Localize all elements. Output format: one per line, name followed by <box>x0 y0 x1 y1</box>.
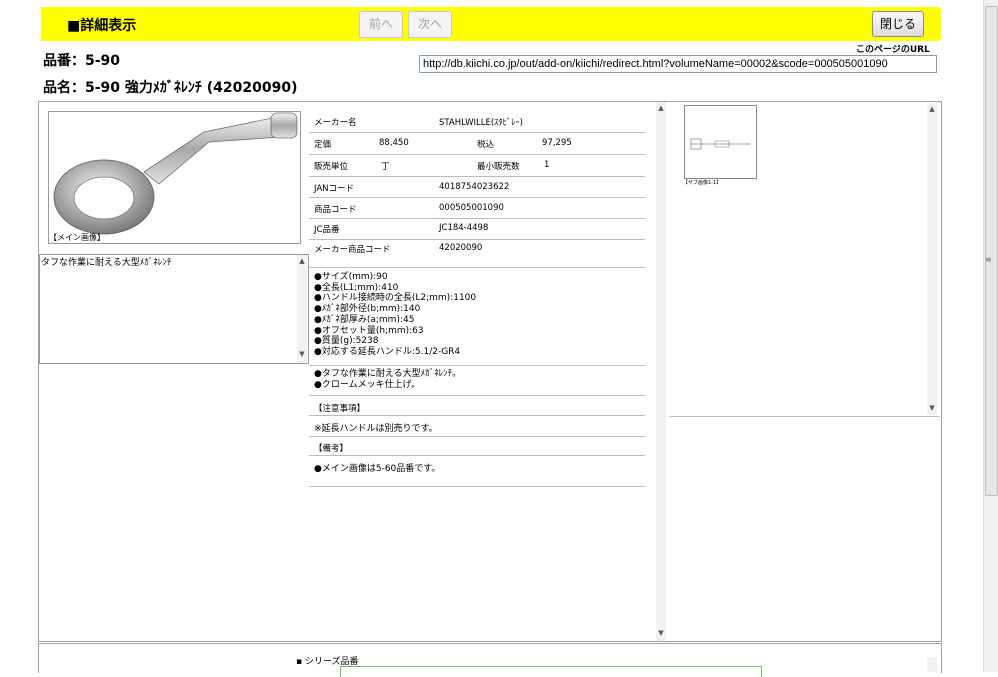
caution-title: 【注意事項】 <box>314 404 366 414</box>
detail-label: 商品コード <box>314 205 357 215</box>
page-title: ■詳細表示 <box>67 18 137 34</box>
detail-label: メーカー商品コード <box>314 245 391 255</box>
scroll-down-icon[interactable]: ▼ <box>297 350 307 358</box>
detail-value: 4018754023622 <box>439 182 510 192</box>
spec-item: ●サイズ(mm):90 <box>314 272 388 282</box>
spec-item: ●ハンドル接続時の全長(L2;mm):1100 <box>314 293 477 304</box>
detail-label: 定価 <box>314 140 332 150</box>
detail-label: 販売単位 <box>314 162 349 172</box>
scroll-up-icon[interactable]: ▲ <box>297 257 307 265</box>
detail-row-maker-code: メーカー商品コード 42020090 <box>309 239 645 268</box>
detail-label: 最小販売数 <box>477 162 520 172</box>
sub-image-scrollbar[interactable] <box>927 103 937 415</box>
detail-value: 88,450 <box>379 138 409 148</box>
feature-item: ●タフな作業に耐える大型ﾒｶﾞﾈﾚﾝﾁ。 <box>314 369 462 379</box>
product-code: 品番：5-90 <box>43 53 121 69</box>
detail-label: 税込 <box>477 140 495 150</box>
prev-button[interactable]: 前へ <box>359 11 403 38</box>
divider <box>309 395 645 396</box>
main-image-caption: 【メイン画像】 <box>49 233 105 242</box>
main-image[interactable] <box>48 111 301 244</box>
divider <box>309 365 645 366</box>
detail-value: 000505001090 <box>439 203 504 213</box>
divider <box>309 455 645 456</box>
detail-row-jc: JC品番 JC184-4498 <box>309 218 645 240</box>
page-url-label: このページのURL <box>856 45 930 55</box>
detail-row-maker: メーカー名 STAHLWILLE(ｽﾀﾋﾞﾚｰ) <box>309 110 645 133</box>
detail-row-jan: JANコード 4018754023622 <box>309 176 645 198</box>
divider <box>309 436 645 437</box>
spec-item: ●オフセット量(h;mm):63 <box>314 325 424 336</box>
spec-item: ●ﾒｶﾞﾈ部外径(b;mm):140 <box>314 304 421 315</box>
page-url-field[interactable] <box>419 55 937 73</box>
detail-value: 1 <box>544 160 550 170</box>
spec-list: ●サイズ(mm):90 ●全長(L1;mm):410 ●ハンドル接続時の全長(L… <box>314 272 476 358</box>
detail-value: 42020090 <box>439 243 483 253</box>
scroll-up-icon[interactable]: ▲ <box>656 104 666 112</box>
description-scrollbar[interactable] <box>297 255 307 363</box>
scroll-up-icon[interactable]: ▲ <box>927 105 937 113</box>
next-button[interactable]: 次へ <box>408 11 452 38</box>
detail-value: STAHLWILLE(ｽﾀﾋﾞﾚｰ) <box>439 118 523 128</box>
header-bar: ■詳細表示 前へ 次へ 閉じる <box>41 7 941 41</box>
product-name: 品名：5-90 強力ﾒｶﾞﾈﾚﾝﾁ (42020090) <box>43 80 298 96</box>
detail-value: 97,295 <box>542 138 572 148</box>
detail-value: JC184-4498 <box>439 223 489 233</box>
spec-item: ●ﾒｶﾞﾈ部厚み(a;mm):45 <box>314 314 415 325</box>
divider <box>309 415 645 416</box>
spec-item: ●全長(L1;mm):410 <box>314 282 399 293</box>
series-scrollbar[interactable] <box>927 658 937 672</box>
detail-value: 丁 <box>381 162 390 172</box>
detail-scrollbar[interactable] <box>656 102 666 641</box>
detail-label: メーカー名 <box>314 118 357 128</box>
detail-label: JC品番 <box>314 225 340 235</box>
close-button[interactable]: 閉じる <box>872 11 924 37</box>
feature-item: ●クロームメッキ仕上げ。 <box>314 379 421 390</box>
detail-row-unit: 販売単位 丁 最小販売数 1 <box>309 154 645 177</box>
spec-item: ●質量(g):5238 <box>314 336 379 347</box>
feature-list: ●タフな作業に耐える大型ﾒｶﾞﾈﾚﾝﾁ。 ●クロームメッキ仕上げ。 <box>314 369 461 390</box>
description-text: タフな作業に耐える大型ﾒｶﾞﾈﾚﾝﾁ <box>41 258 172 268</box>
wrench-image <box>53 112 298 235</box>
detail-row-price: 定価 88,450 税込 97,295 <box>309 132 645 155</box>
caution-text: ※延長ハンドルは別売りです。 <box>314 424 438 434</box>
detail-label: JANコード <box>314 184 355 194</box>
scroll-down-icon[interactable]: ▼ <box>927 404 937 412</box>
description-box[interactable] <box>39 254 309 364</box>
sub-image-thumbnail[interactable] <box>684 105 757 179</box>
scroll-down-icon[interactable]: ▼ <box>656 629 666 637</box>
remarks-text: ●メイン画像は5-60品番です。 <box>314 464 441 474</box>
grip-icon: ≡ <box>985 255 992 264</box>
remarks-title: 【備考】 <box>314 444 349 454</box>
detail-row-item-code: 商品コード 000505001090 <box>309 197 645 219</box>
sub-image-caption: 【サブ画像1-1】 <box>683 180 722 186</box>
spec-item: ●対応する延長ハンドル:5.1/2-GR4 <box>314 346 461 357</box>
window-scroll-thumb[interactable] <box>985 6 998 496</box>
wrench-thumbnail-image <box>690 138 751 150</box>
divider <box>309 486 645 487</box>
